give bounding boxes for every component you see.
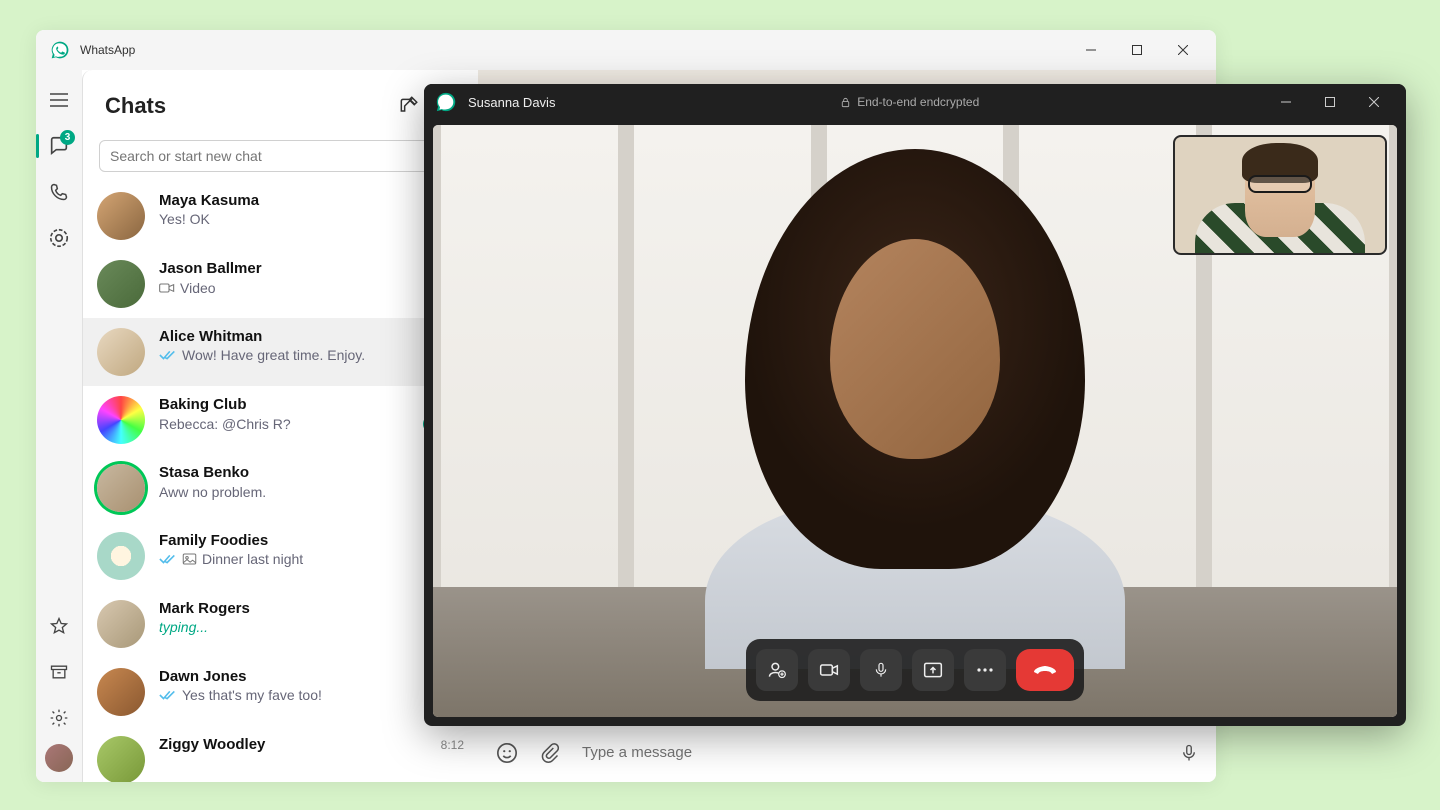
call-controls (746, 639, 1084, 701)
maximize-button[interactable] (1114, 30, 1160, 70)
minimize-button[interactable] (1068, 30, 1114, 70)
more-options-button[interactable] (964, 649, 1006, 691)
toggle-camera-button[interactable] (808, 649, 850, 691)
call-peer-name: Susanna Davis (468, 95, 555, 110)
chat-item[interactable]: Maya Kasuma14:58Yes! OK (83, 182, 478, 250)
call-video-area (428, 120, 1402, 722)
chat-item[interactable]: Family Foodies11:25Dinner last night (83, 522, 478, 590)
read-checkmarks-icon (159, 349, 177, 361)
sidebar-title: Chats (105, 93, 390, 119)
nav-rail: 3 (36, 70, 82, 782)
read-checkmarks-icon (159, 689, 177, 701)
chat-name: Baking Club (159, 396, 434, 413)
chat-item[interactable]: Jason Ballmer15:23Video3 (83, 250, 478, 318)
nav-settings[interactable] (39, 698, 79, 738)
emoji-button[interactable] (496, 742, 518, 764)
chat-item[interactable]: Dawn Jones8:32Yes that's my fave too! (83, 658, 478, 726)
add-participant-button[interactable] (756, 649, 798, 691)
call-minimize-button[interactable] (1264, 84, 1308, 120)
call-close-button[interactable] (1352, 84, 1396, 120)
chat-avatar (97, 600, 145, 648)
remote-video-person (665, 149, 1165, 669)
chat-preview: typing... (159, 619, 464, 635)
chat-name: Stasa Benko (159, 464, 434, 481)
read-checkmarks-icon (159, 553, 177, 565)
chat-preview: Aww no problem. (159, 484, 441, 500)
chat-avatar (97, 328, 145, 376)
attach-button[interactable] (540, 742, 560, 764)
app-title: WhatsApp (80, 43, 135, 57)
whatsapp-logo-icon (434, 90, 458, 114)
search-field[interactable] (99, 140, 462, 172)
chat-avatar (97, 532, 145, 580)
photo-icon (182, 552, 197, 566)
message-input[interactable] (582, 744, 1158, 761)
self-video-pip[interactable] (1173, 135, 1387, 255)
close-button[interactable] (1160, 30, 1206, 70)
chat-name: Mark Rogers (159, 600, 434, 617)
my-avatar[interactable] (45, 744, 73, 772)
chat-item[interactable]: Ziggy Woodley8:12 (83, 726, 478, 782)
chat-avatar (97, 396, 145, 444)
chat-name: Alice Whitman (159, 328, 434, 345)
share-screen-button[interactable] (912, 649, 954, 691)
nav-archive[interactable] (39, 652, 79, 692)
new-chat-button[interactable] (390, 88, 426, 124)
chat-item[interactable]: Baking Club14:46Rebecca: @Chris R?@1 (83, 386, 478, 454)
message-composer (478, 722, 1216, 782)
video-icon (159, 282, 175, 294)
lock-icon (840, 96, 851, 109)
chat-avatar (97, 260, 145, 308)
chat-name: Jason Ballmer (159, 260, 434, 277)
chat-list[interactable]: Maya Kasuma14:58Yes! OKJason Ballmer15:2… (83, 182, 478, 782)
chats-unread-badge: 3 (60, 130, 75, 145)
nav-calls[interactable] (39, 172, 79, 212)
chat-avatar (97, 192, 145, 240)
chat-avatar (97, 464, 145, 512)
mic-button[interactable] (1180, 742, 1198, 764)
whatsapp-logo-icon (50, 40, 70, 60)
call-titlebar[interactable]: Susanna Davis End-to-end endcrypted (424, 84, 1406, 120)
nav-starred[interactable] (39, 606, 79, 646)
search-input[interactable] (110, 148, 437, 164)
chat-item[interactable]: Stasa Benko13:53Aww no problem.2 (83, 454, 478, 522)
call-maximize-button[interactable] (1308, 84, 1352, 120)
chat-preview: Rebecca: @Chris R? (159, 416, 418, 432)
chat-time: 8:12 (441, 738, 464, 752)
encryption-status: End-to-end endcrypted (840, 95, 979, 109)
toggle-mic-button[interactable] (860, 649, 902, 691)
chat-avatar (97, 736, 145, 782)
sidebar-header: Chats (83, 70, 478, 134)
chat-preview: Wow! Have great time. Enjoy. (182, 347, 464, 363)
chat-preview: Yes! OK (159, 211, 447, 227)
main-titlebar: WhatsApp (36, 30, 1216, 70)
nav-status[interactable] (39, 218, 79, 258)
chat-avatar (97, 668, 145, 716)
chat-name: Family Foodies (159, 532, 435, 549)
encryption-label: End-to-end endcrypted (857, 95, 979, 109)
chat-preview: Video (180, 280, 441, 296)
end-call-button[interactable] (1016, 649, 1074, 691)
call-window: Susanna Davis End-to-end endcrypted (424, 84, 1406, 726)
chat-item[interactable]: Mark Rogers10:55typing... (83, 590, 478, 658)
chat-name: Ziggy Woodley (159, 736, 441, 753)
chat-item[interactable]: Alice Whitman15:13Wow! Have great time. … (83, 318, 478, 386)
chat-name: Dawn Jones (159, 668, 441, 685)
chat-name: Maya Kasuma (159, 192, 434, 209)
chat-preview: Yes that's my fave too! (182, 687, 464, 703)
hamburger-menu-button[interactable] (39, 80, 79, 120)
chat-sidebar: Chats Maya Kasuma14:58Yes! OKJason Ballm… (82, 70, 478, 782)
nav-chats[interactable]: 3 (39, 126, 79, 166)
